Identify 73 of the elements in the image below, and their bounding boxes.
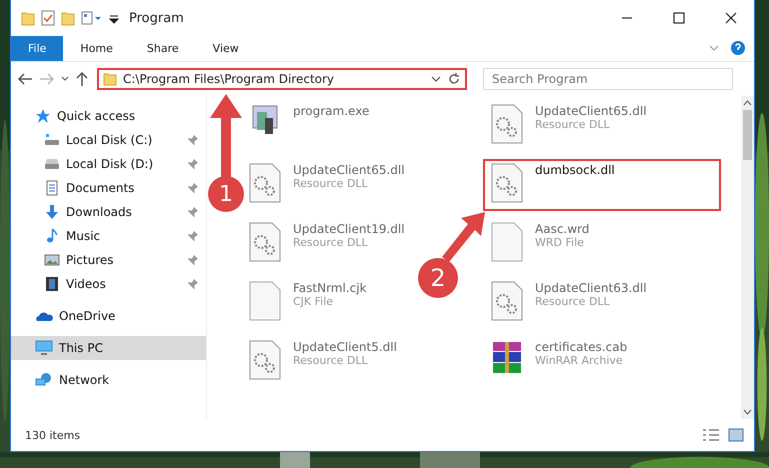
address-bar[interactable]: C:\Program Files\Program Directory	[97, 68, 467, 90]
file-item[interactable]: program.exe	[241, 100, 378, 152]
file-item[interactable]: UpdateClient65.dll Resource DLL	[483, 100, 655, 152]
file-icon	[249, 281, 281, 321]
file-item[interactable]: dumbsock.dll	[483, 159, 721, 211]
gear-file-icon	[491, 281, 523, 321]
film-icon	[44, 276, 60, 292]
large-icons-view-icon[interactable]	[728, 428, 744, 442]
refresh-icon[interactable]	[447, 72, 461, 86]
pin-icon[interactable]	[188, 207, 198, 217]
pin-icon[interactable]	[188, 231, 198, 241]
pin-icon[interactable]	[188, 279, 198, 289]
sidebar-item[interactable]: OneDrive	[11, 304, 206, 328]
scrollbar[interactable]	[741, 96, 754, 419]
gear-file-icon	[249, 163, 281, 203]
item-count: 130 items	[25, 428, 82, 442]
close-icon	[725, 12, 737, 24]
pin-icon[interactable]	[188, 135, 198, 145]
gear-file-icon	[249, 340, 281, 380]
gear-file-icon	[249, 222, 281, 262]
view-icon[interactable]	[81, 11, 103, 25]
file-item[interactable]: UpdateClient63.dll Resource DLL	[483, 277, 655, 329]
drive-icon	[44, 156, 60, 172]
file-icon	[491, 222, 523, 262]
sidebar-item[interactable]: Pictures	[11, 248, 206, 272]
pin-icon[interactable]	[188, 183, 198, 193]
search-field[interactable]: Search Program	[483, 68, 733, 90]
music-note-icon	[44, 228, 60, 244]
sidebar-item[interactable]: This PC	[11, 336, 206, 360]
up-arrow-icon[interactable]	[75, 71, 89, 87]
sidebar-item[interactable]: Music	[11, 224, 206, 248]
scroll-thumb[interactable]	[743, 110, 752, 160]
archive-books-icon	[491, 340, 523, 376]
computer-icon	[35, 340, 53, 356]
cloud-icon	[35, 310, 53, 322]
drive-icon	[44, 132, 60, 148]
sidebar-item[interactable]: Quick access	[11, 104, 206, 128]
folder-icon[interactable]	[61, 10, 75, 26]
maximize-icon	[673, 12, 685, 24]
properties-icon[interactable]	[41, 10, 55, 26]
window-title: Program	[129, 10, 185, 26]
gear-file-icon	[491, 163, 523, 203]
arrow	[440, 212, 485, 262]
ribbon-tab[interactable]: Share	[130, 36, 196, 61]
sidebar-item[interactable]: Documents	[11, 176, 206, 200]
file-item[interactable]: UpdateClient65.dll Resource DLL	[241, 159, 413, 211]
ribbon-tab[interactable]: Home	[63, 36, 130, 61]
pin-icon[interactable]	[188, 255, 198, 265]
file-item[interactable]: UpdateClient19.dll Resource DLL	[241, 218, 413, 270]
picture-icon	[44, 252, 60, 268]
folder-icon	[103, 72, 117, 86]
sidebar-item[interactable]: Videos	[11, 272, 206, 296]
download-icon	[44, 204, 60, 220]
sidebar-item[interactable]: Local Disk (D:)	[11, 152, 206, 176]
file-item[interactable]: FastNrml.cjk CJK File	[241, 277, 375, 329]
forward-arrow-icon[interactable]	[39, 72, 55, 86]
ribbon-tab[interactable]: File	[11, 36, 64, 61]
file-item[interactable]: Aasc.wrd WRD File	[483, 218, 598, 270]
star-icon	[35, 108, 51, 124]
gear-file-icon	[491, 104, 523, 144]
sidebar-item[interactable]: Local Disk (C:)	[11, 128, 206, 152]
pin-icon[interactable]	[188, 159, 198, 169]
folder-icon[interactable]	[21, 10, 35, 26]
file-item[interactable]: UpdateClient5.dll Resource DLL	[241, 336, 405, 388]
ribbon-tab[interactable]: View	[196, 36, 256, 61]
sidebar-item[interactable]: Downloads	[11, 200, 206, 224]
sidebar-item[interactable]: Network	[11, 368, 206, 392]
document-icon	[44, 180, 60, 196]
network-icon	[35, 372, 53, 388]
details-view-icon[interactable]	[702, 428, 720, 442]
file-item[interactable]: certificates.cab WinRAR Archive	[483, 336, 636, 388]
back-arrow-icon[interactable]	[17, 72, 33, 86]
caret-icon[interactable]	[431, 74, 441, 84]
